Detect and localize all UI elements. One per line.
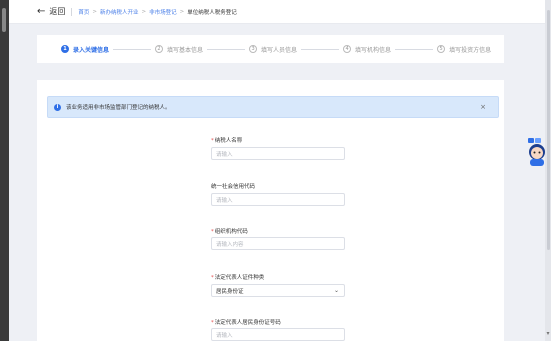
field-placeholder: 请输入 <box>216 151 233 158</box>
step-connector <box>301 48 340 50</box>
required-mark: * <box>211 138 214 144</box>
breadcrumb-separator-icon: > <box>92 8 98 15</box>
breadcrumb-divider <box>71 7 73 16</box>
step-number: 4 <box>343 45 352 53</box>
required-mark: * <box>211 229 214 235</box>
scrollbar-thumb[interactable] <box>547 10 550 250</box>
step-5[interactable]: 5 填写投资方信息 <box>437 45 491 54</box>
breadcrumb-separator-icon: > <box>141 8 147 15</box>
assistant-avatar-icon[interactable] <box>526 137 548 167</box>
step-number: 2 <box>155 45 164 53</box>
field-label-text: 纳税人名称 <box>214 138 243 144</box>
step-connector <box>113 48 152 50</box>
legal-rep-id-number-input[interactable]: 请输入 <box>211 328 345 341</box>
field-placeholder: 请输入 <box>216 332 233 339</box>
step-number: 5 <box>437 45 446 53</box>
required-mark: * <box>211 275 214 281</box>
left-edge-bar <box>0 0 9 341</box>
step-label: 填写投资方信息 <box>449 46 492 54</box>
field-label-text: 法定代表人居民身份证号码 <box>214 320 281 326</box>
breadcrumb-current: 单位纳税人税务登记 <box>187 9 237 16</box>
taxpayer-name-label: *纳税人名称 <box>211 136 242 144</box>
info-icon: i <box>54 103 61 111</box>
chevron-down-icon: ⌄ <box>333 287 339 294</box>
step-label: 填写基本信息 <box>167 46 204 54</box>
arrow-left-icon: ← <box>37 5 46 17</box>
credit-code-input[interactable]: 请输入 <box>211 193 345 206</box>
legal-rep-id-type-label: *法定代表人证件种类 <box>211 273 264 281</box>
step-number: 1 <box>61 45 69 53</box>
field-placeholder: 请输入 <box>216 197 233 204</box>
back-button[interactable]: ← 返回 <box>37 6 65 17</box>
step-1[interactable]: 1 录入关键信息 <box>61 45 109 54</box>
step-label: 填写人员信息 <box>261 46 298 54</box>
credit-code-label: 统一社会信用代码 <box>211 182 255 190</box>
back-label: 返回 <box>49 7 66 16</box>
breadcrumb-separator-icon: > <box>179 8 185 15</box>
field-label-text: 法定代表人证件种类 <box>214 275 265 281</box>
close-icon[interactable]: × <box>480 103 486 111</box>
select-value: 居民身份证 <box>216 288 244 295</box>
steps-bar: 1 录入关键信息 2 填写基本信息 3 填写人员信息 4 填写机构信息 5 填写… <box>37 35 504 63</box>
page-scrollbar[interactable]: ▾ <box>545 0 551 341</box>
step-connector <box>395 48 434 50</box>
form-card: i 该业务适用非市场监管部门登记的纳税人。 × *纳税人名称 请输入 统一社会信… <box>37 80 504 341</box>
breadcrumb-new-taxpayer[interactable]: 新办纳税人开业 <box>100 8 139 16</box>
step-3[interactable]: 3 填写人员信息 <box>249 45 297 54</box>
legal-rep-id-number-label: *法定代表人居民身份证号码 <box>211 318 281 326</box>
step-4[interactable]: 4 填写机构信息 <box>343 45 391 54</box>
step-number: 3 <box>249 45 258 53</box>
org-code-label: *组织机构代码 <box>211 227 248 235</box>
breadcrumb-home[interactable]: 首页 <box>78 8 89 16</box>
field-label-text: 组织机构代码 <box>214 229 248 235</box>
left-edge-notch <box>2 8 6 32</box>
org-code-input[interactable]: 请输入内容 <box>211 237 345 250</box>
scroll-down-icon[interactable]: ▾ <box>545 331 551 337</box>
step-connector <box>207 48 246 50</box>
breadcrumb-non-market[interactable]: 非市场登记 <box>149 8 177 16</box>
alert-text: 该业务适用非市场监管部门登记的纳税人。 <box>66 105 171 111</box>
step-label: 录入关键信息 <box>73 46 110 54</box>
breadcrumb: 首页 > 新办纳税人开业 > 非市场登记 > 单位纳税人税务登记 <box>78 8 236 16</box>
step-label: 填写机构信息 <box>355 46 392 54</box>
taxpayer-name-input[interactable]: 请输入 <box>211 147 345 160</box>
required-mark: * <box>211 320 214 326</box>
field-placeholder: 请输入内容 <box>216 241 244 248</box>
field-label-text: 统一社会信用代码 <box>211 184 256 190</box>
legal-rep-id-type-select[interactable]: 居民身份证 ⌄ <box>211 284 345 297</box>
top-bar: ← 返回 首页 > 新办纳税人开业 > 非市场登记 > 单位纳税人税务登记 <box>9 0 545 24</box>
step-2[interactable]: 2 填写基本信息 <box>155 45 203 54</box>
info-alert: i 该业务适用非市场监管部门登记的纳税人。 × <box>47 96 499 118</box>
